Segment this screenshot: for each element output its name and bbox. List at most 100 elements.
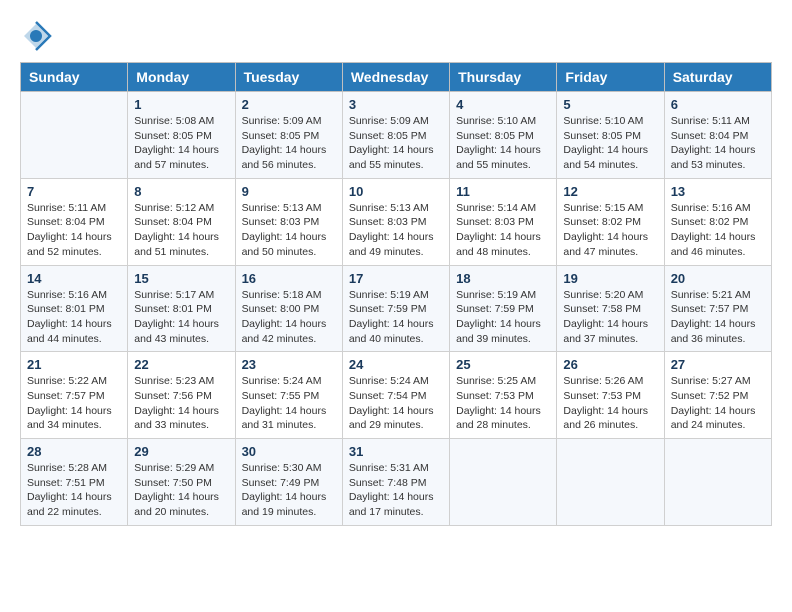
calendar-cell [664,439,771,526]
calendar-cell: 30 Sunrise: 5:30 AMSunset: 7:49 PMDayligh… [235,439,342,526]
day-number: 3 [349,97,443,112]
day-number: 21 [27,357,121,372]
day-info: Sunrise: 5:23 AMSunset: 7:56 PMDaylight:… [134,374,228,433]
day-number: 17 [349,271,443,286]
day-info: Sunrise: 5:19 AMSunset: 7:59 PMDaylight:… [456,288,550,347]
day-number: 25 [456,357,550,372]
day-info: Sunrise: 5:24 AMSunset: 7:54 PMDaylight:… [349,374,443,433]
day-info: Sunrise: 5:09 AMSunset: 8:05 PMDaylight:… [349,114,443,173]
day-info: Sunrise: 5:31 AMSunset: 7:48 PMDaylight:… [349,461,443,520]
day-info: Sunrise: 5:26 AMSunset: 7:53 PMDaylight:… [563,374,657,433]
calendar-cell: 3 Sunrise: 5:09 AMSunset: 8:05 PMDaylight… [342,92,449,179]
calendar-cell [557,439,664,526]
calendar-cell: 29 Sunrise: 5:29 AMSunset: 7:50 PMDayligh… [128,439,235,526]
day-header-tuesday: Tuesday [235,63,342,92]
day-header-thursday: Thursday [450,63,557,92]
day-number: 19 [563,271,657,286]
calendar-cell: 31 Sunrise: 5:31 AMSunset: 7:48 PMDayligh… [342,439,449,526]
page-header [20,20,772,52]
day-number: 30 [242,444,336,459]
day-number: 12 [563,184,657,199]
day-info: Sunrise: 5:22 AMSunset: 7:57 PMDaylight:… [27,374,121,433]
logo [20,20,56,52]
day-number: 28 [27,444,121,459]
day-number: 15 [134,271,228,286]
week-row-3: 14 Sunrise: 5:16 AMSunset: 8:01 PMDayligh… [21,265,772,352]
day-info: Sunrise: 5:21 AMSunset: 7:57 PMDaylight:… [671,288,765,347]
calendar-cell: 12Sunrise: 5:15 AMSunset: 8:02 PMDayligh… [557,178,664,265]
calendar-cell: 18Sunrise: 5:19 AMSunset: 7:59 PMDayligh… [450,265,557,352]
day-info: Sunrise: 5:20 AMSunset: 7:58 PMDaylight:… [563,288,657,347]
calendar-cell: 26 Sunrise: 5:26 AMSunset: 7:53 PMDayligh… [557,352,664,439]
day-header-friday: Friday [557,63,664,92]
day-number: 14 [27,271,121,286]
day-info: Sunrise: 5:16 AMSunset: 8:02 PMDaylight:… [671,201,765,260]
calendar-cell: 25 Sunrise: 5:25 AMSunset: 7:53 PMDayligh… [450,352,557,439]
calendar-cell: 5 Sunrise: 5:10 AMSunset: 8:05 PMDaylight… [557,92,664,179]
week-row-4: 21 Sunrise: 5:22 AMSunset: 7:57 PMDayligh… [21,352,772,439]
day-info: Sunrise: 5:09 AMSunset: 8:05 PMDaylight:… [242,114,336,173]
calendar-cell: 23 Sunrise: 5:24 AMSunset: 7:55 PMDayligh… [235,352,342,439]
day-header-saturday: Saturday [664,63,771,92]
day-header-monday: Monday [128,63,235,92]
day-info: Sunrise: 5:27 AMSunset: 7:52 PMDaylight:… [671,374,765,433]
calendar-cell: 1 Sunrise: 5:08 AMSunset: 8:05 PMDaylight… [128,92,235,179]
day-number: 7 [27,184,121,199]
calendar-cell: 2 Sunrise: 5:09 AMSunset: 8:05 PMDaylight… [235,92,342,179]
calendar-cell: 8 Sunrise: 5:12 AMSunset: 8:04 PMDaylight… [128,178,235,265]
calendar-cell: 22Sunrise: 5:23 AMSunset: 7:56 PMDayligh… [128,352,235,439]
calendar-header-row: SundayMondayTuesdayWednesdayThursdayFrid… [21,63,772,92]
day-number: 8 [134,184,228,199]
day-number: 24 [349,357,443,372]
day-info: Sunrise: 5:24 AMSunset: 7:55 PMDaylight:… [242,374,336,433]
week-row-5: 28 Sunrise: 5:28 AMSunset: 7:51 PMDayligh… [21,439,772,526]
calendar-cell: 20 Sunrise: 5:21 AMSunset: 7:57 PMDayligh… [664,265,771,352]
day-info: Sunrise: 5:12 AMSunset: 8:04 PMDaylight:… [134,201,228,260]
day-info: Sunrise: 5:10 AMSunset: 8:05 PMDaylight:… [563,114,657,173]
calendar-cell: 28 Sunrise: 5:28 AMSunset: 7:51 PMDayligh… [21,439,128,526]
day-header-sunday: Sunday [21,63,128,92]
calendar-cell: 9 Sunrise: 5:13 AMSunset: 8:03 PMDaylight… [235,178,342,265]
day-number: 29 [134,444,228,459]
day-info: Sunrise: 5:18 AMSunset: 8:00 PMDaylight:… [242,288,336,347]
day-number: 23 [242,357,336,372]
day-number: 27 [671,357,765,372]
day-number: 2 [242,97,336,112]
calendar-cell: 19 Sunrise: 5:20 AMSunset: 7:58 PMDayligh… [557,265,664,352]
day-info: Sunrise: 5:11 AMSunset: 8:04 PMDaylight:… [27,201,121,260]
day-info: Sunrise: 5:29 AMSunset: 7:50 PMDaylight:… [134,461,228,520]
day-info: Sunrise: 5:16 AMSunset: 8:01 PMDaylight:… [27,288,121,347]
calendar-cell [450,439,557,526]
day-info: Sunrise: 5:25 AMSunset: 7:53 PMDaylight:… [456,374,550,433]
day-number: 20 [671,271,765,286]
day-info: Sunrise: 5:08 AMSunset: 8:05 PMDaylight:… [134,114,228,173]
calendar-cell: 16 Sunrise: 5:18 AMSunset: 8:00 PMDayligh… [235,265,342,352]
day-number: 11 [456,184,550,199]
day-number: 1 [134,97,228,112]
day-info: Sunrise: 5:28 AMSunset: 7:51 PMDaylight:… [27,461,121,520]
day-info: Sunrise: 5:17 AMSunset: 8:01 PMDaylight:… [134,288,228,347]
calendar: SundayMondayTuesdayWednesdayThursdayFrid… [20,62,772,526]
calendar-cell: 27 Sunrise: 5:27 AMSunset: 7:52 PMDayligh… [664,352,771,439]
calendar-cell: 14 Sunrise: 5:16 AMSunset: 8:01 PMDayligh… [21,265,128,352]
day-number: 31 [349,444,443,459]
calendar-cell [21,92,128,179]
day-info: Sunrise: 5:10 AMSunset: 8:05 PMDaylight:… [456,114,550,173]
day-info: Sunrise: 5:13 AMSunset: 8:03 PMDaylight:… [349,201,443,260]
calendar-cell: 11Sunrise: 5:14 AMSunset: 8:03 PMDayligh… [450,178,557,265]
day-number: 26 [563,357,657,372]
calendar-cell: 4Sunrise: 5:10 AMSunset: 8:05 PMDaylight… [450,92,557,179]
day-number: 9 [242,184,336,199]
calendar-cell: 24 Sunrise: 5:24 AMSunset: 7:54 PMDayligh… [342,352,449,439]
day-info: Sunrise: 5:30 AMSunset: 7:49 PMDaylight:… [242,461,336,520]
day-info: Sunrise: 5:19 AMSunset: 7:59 PMDaylight:… [349,288,443,347]
day-number: 16 [242,271,336,286]
logo-icon [20,20,52,52]
day-number: 10 [349,184,443,199]
day-number: 5 [563,97,657,112]
day-info: Sunrise: 5:13 AMSunset: 8:03 PMDaylight:… [242,201,336,260]
day-info: Sunrise: 5:11 AMSunset: 8:04 PMDaylight:… [671,114,765,173]
calendar-cell: 10 Sunrise: 5:13 AMSunset: 8:03 PMDayligh… [342,178,449,265]
day-header-wednesday: Wednesday [342,63,449,92]
calendar-cell: 6Sunrise: 5:11 AMSunset: 8:04 PMDaylight… [664,92,771,179]
